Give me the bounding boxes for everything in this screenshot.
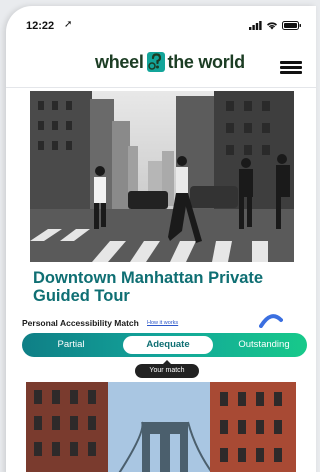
manhattan-bridge-photo: [26, 382, 296, 472]
location-arrow-icon: ➚: [64, 19, 73, 30]
status-icons: [249, 21, 302, 30]
app-header: wheel the world: [6, 44, 316, 88]
signal-icon: [249, 21, 262, 30]
how-it-works-link[interactable]: How it works: [147, 320, 178, 326]
brand-logo[interactable]: wheel the world: [95, 51, 245, 73]
street-crossing-photo: [30, 91, 294, 262]
accessibility-match-bar: Partial Adequate Outstanding: [22, 333, 307, 357]
match-option-outstanding[interactable]: Outstanding: [222, 333, 306, 357]
match-option-adequate[interactable]: Adequate: [123, 336, 213, 354]
wifi-icon: [267, 22, 277, 30]
phone-screen: 12:22 ➚ wheel the world Downtown Manhatt…: [6, 6, 316, 472]
your-match-tooltip: Your match: [135, 364, 199, 378]
battery-icon: [282, 21, 301, 30]
accessibility-match-label: Personal Accessibility Match: [22, 318, 139, 328]
logo-text-right: the world: [167, 51, 246, 72]
blue-arc-decoration: [259, 314, 283, 328]
hamburger-menu-icon[interactable]: [280, 61, 302, 74]
logo-text-left: wheel: [95, 51, 144, 72]
tour-title[interactable]: Downtown Manhattan Private Guided Tour: [33, 269, 303, 305]
match-option-partial[interactable]: Partial: [22, 333, 120, 357]
tour-photo[interactable]: [30, 91, 294, 262]
status-bar: 12:22 ➚: [6, 6, 316, 44]
wheelchair-question-logo-icon: [146, 52, 165, 72]
next-tour-photo[interactable]: [26, 382, 296, 472]
status-time: 12:22: [26, 20, 55, 32]
